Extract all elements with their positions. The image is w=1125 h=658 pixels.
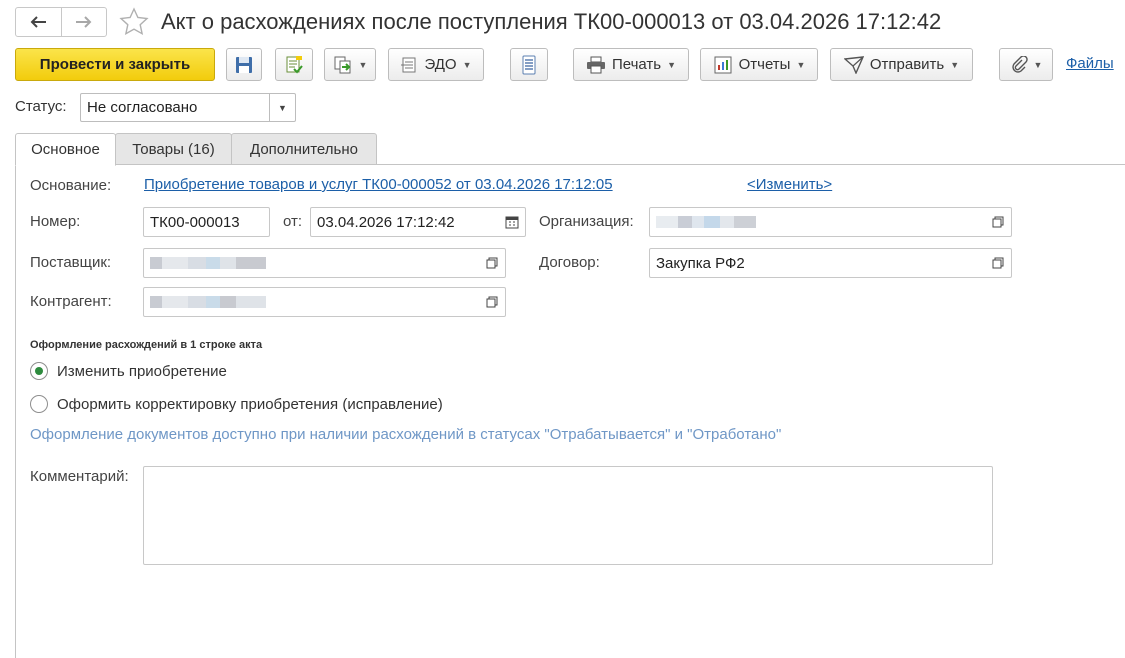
date-field[interactable]: 03.04.2026 17:12:42 — [310, 207, 526, 237]
radio-button-selected[interactable] — [30, 362, 48, 380]
status-value: Не согласовано — [87, 99, 198, 116]
chevron-down-icon: ▼ — [1033, 59, 1043, 70]
chevron-down-icon: ▼ — [358, 59, 368, 70]
basis-link[interactable]: Приобретение товаров и услуг ТК00-000052… — [144, 176, 613, 193]
chevron-down-icon: ▼ — [950, 59, 960, 70]
attach-button[interactable]: ▼ — [999, 48, 1053, 81]
chevron-down-icon[interactable]: ▼ — [269, 94, 295, 121]
open-form-icon — [992, 216, 1004, 228]
post-and-close-button[interactable]: Провести и закрыть — [15, 48, 215, 81]
tab-main[interactable]: Основное — [15, 133, 116, 166]
contract-label: Договор: — [539, 254, 600, 271]
favorite-button[interactable] — [118, 6, 150, 38]
files-link[interactable]: Файлы — [1066, 55, 1114, 72]
open-organization-button[interactable] — [985, 208, 1011, 236]
tab-goods[interactable]: Товары (16) — [115, 133, 232, 165]
send-label: Отправить — [869, 56, 945, 73]
printer-icon — [586, 56, 605, 73]
supplier-field[interactable] — [143, 248, 506, 278]
redacted-value — [150, 257, 473, 269]
radio-change-purchase[interactable]: Изменить приобретение — [30, 362, 227, 380]
date-value: 03.04.2026 17:12:42 — [317, 213, 455, 231]
paperclip-icon — [1011, 55, 1028, 73]
status-label: Статус: — [15, 98, 67, 115]
edo-icon — [401, 57, 416, 72]
open-form-icon — [486, 257, 498, 269]
chevron-down-icon: ▼ — [796, 59, 806, 70]
arrow-right-icon — [75, 16, 92, 28]
contract-field[interactable]: Закупка РФ2 — [649, 248, 1012, 278]
save-button[interactable] — [226, 48, 262, 81]
radio-correction-label: Оформить корректировку приобретения (исп… — [57, 395, 443, 413]
chevron-down-icon: ▼ — [462, 59, 472, 70]
radio-button[interactable] — [30, 395, 48, 413]
counterparty-value — [144, 296, 479, 308]
page-title: Акт о расхождениях после поступления ТК0… — [161, 9, 942, 34]
edo-label: ЭДО — [424, 56, 457, 73]
arrow-left-icon — [30, 16, 47, 28]
open-counterparty-button[interactable] — [479, 288, 505, 316]
create-based-on-icon — [334, 56, 351, 73]
panel-left-border — [15, 164, 16, 658]
calendar-button[interactable] — [499, 208, 525, 236]
date-label: от: — [283, 213, 303, 230]
print-label: Печать — [611, 56, 662, 73]
star-icon — [119, 7, 149, 36]
open-contract-button[interactable] — [985, 249, 1011, 277]
print-button[interactable]: Печать ▼ — [573, 48, 689, 81]
organization-value — [650, 216, 985, 228]
reports-icon — [714, 56, 732, 73]
send-icon — [843, 55, 864, 74]
document-structure-button[interactable] — [510, 48, 548, 81]
counterparty-field[interactable] — [143, 287, 506, 317]
redacted-value — [150, 296, 473, 308]
send-button[interactable]: Отправить ▼ — [830, 48, 973, 81]
open-form-icon — [486, 296, 498, 308]
post-button[interactable] — [275, 48, 313, 81]
floppy-disk-icon — [236, 56, 252, 73]
chevron-down-icon: ▼ — [667, 59, 677, 70]
basis-label: Основание: — [30, 177, 112, 194]
calendar-icon — [505, 216, 519, 229]
open-form-icon — [992, 257, 1004, 269]
supplier-value — [144, 257, 479, 269]
number-field[interactable]: ТК00-000013 — [143, 207, 270, 237]
comment-textarea[interactable] — [143, 466, 993, 565]
open-supplier-button[interactable] — [479, 249, 505, 277]
change-basis-link[interactable]: <Изменить> — [747, 176, 832, 193]
navigation-group — [15, 7, 107, 37]
post-document-icon — [286, 55, 303, 73]
hint-text: Оформление документов доступно при налич… — [30, 426, 782, 443]
reports-label: Отчеты — [738, 56, 791, 73]
document-structure-icon — [522, 55, 536, 74]
comment-label: Комментарий: — [30, 468, 129, 485]
edo-button[interactable]: ЭДО ▼ — [388, 48, 484, 81]
radio-correction[interactable]: Оформить корректировку приобретения (исп… — [30, 395, 443, 413]
reports-button[interactable]: Отчеты ▼ — [700, 48, 818, 81]
status-select[interactable]: Не согласовано ▼ — [80, 93, 296, 122]
number-value: ТК00-000013 — [150, 213, 240, 231]
create-based-on-button[interactable]: ▼ — [324, 48, 376, 81]
counterparty-label: Контрагент: — [30, 293, 112, 310]
redacted-value — [656, 216, 979, 228]
back-button[interactable] — [16, 8, 61, 36]
supplier-label: Поставщик: — [30, 254, 112, 271]
contract-value: Закупка РФ2 — [656, 254, 745, 272]
organization-label: Организация: — [539, 213, 634, 230]
radio-change-label: Изменить приобретение — [57, 362, 227, 380]
organization-field[interactable] — [649, 207, 1012, 237]
section-title: Оформление расхождений в 1 строке акта — [30, 339, 263, 351]
tab-additional[interactable]: Дополнительно — [231, 133, 377, 165]
number-label: Номер: — [30, 213, 81, 230]
forward-button[interactable] — [60, 8, 107, 36]
